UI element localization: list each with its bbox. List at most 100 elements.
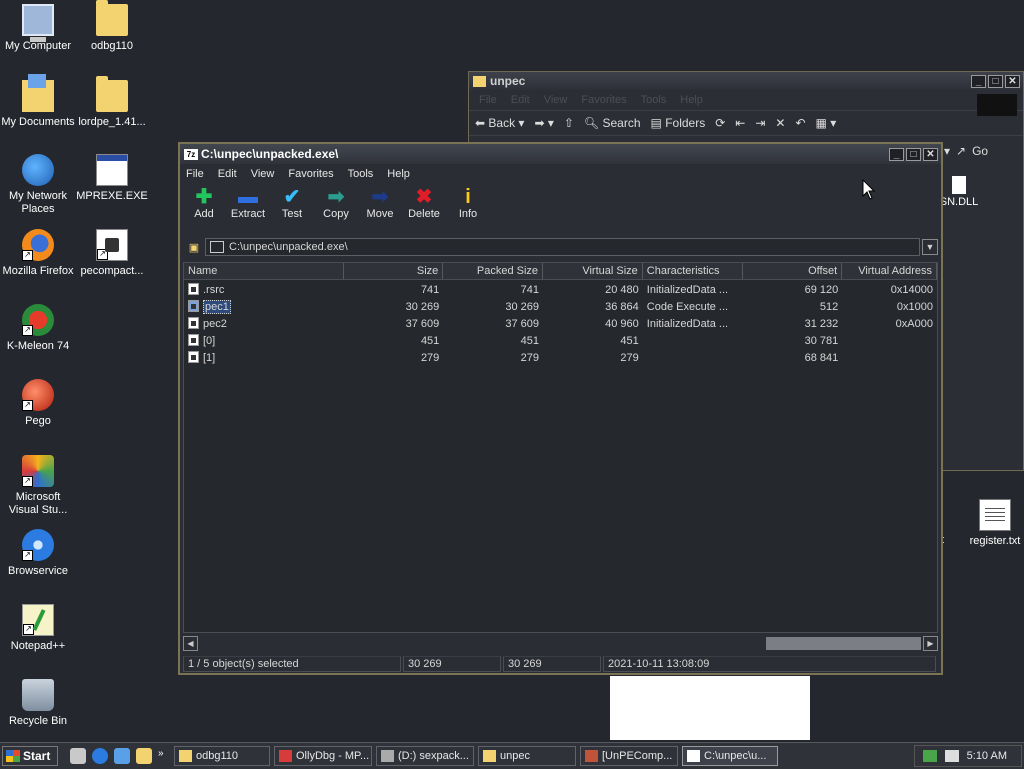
views-icon[interactable]: ▦ ▾ xyxy=(816,116,837,130)
table-row[interactable]: [0] 451 451 451 30 781 xyxy=(184,333,937,350)
extract-button[interactable]: ▬ Extract xyxy=(228,183,268,220)
clock[interactable]: 5:10 AM xyxy=(967,750,1007,762)
desktop-icon-pego[interactable]: ↗ Pego xyxy=(0,379,76,428)
table-row[interactable]: pec2 37 609 37 609 40 960 InitializedDat… xyxy=(184,316,937,333)
minimize-button[interactable]: _ xyxy=(889,147,904,161)
folder-icon xyxy=(96,76,128,112)
status-bar: 1 / 5 object(s) selected 30 269 30 269 2… xyxy=(183,656,938,672)
desktop-icon-firefox[interactable]: ↗ Mozilla Firefox xyxy=(0,229,76,278)
menu-file[interactable]: File xyxy=(186,168,204,180)
horizontal-scrollbar[interactable]: ◀ ▶ xyxy=(183,636,938,651)
desktop-icon-browservice[interactable]: ↗ Browservice xyxy=(0,529,76,578)
address-dropdown-button[interactable]: ▼ xyxy=(922,239,938,255)
folders-button[interactable]: ▤ Folders xyxy=(651,116,706,130)
table-row[interactable]: .rsrc 741 741 20 480 InitializedData ...… xyxy=(184,282,937,299)
scroll-right-button[interactable]: ▶ xyxy=(923,636,938,651)
desktop-icon-mprexe[interactable]: MPREXE.EXE xyxy=(74,154,150,203)
menu-view[interactable]: View xyxy=(544,94,568,106)
desktop-icon-visual-studio[interactable]: ↗ Microsoft Visual Stu... xyxy=(0,455,76,517)
column-header-offset[interactable]: Offset xyxy=(743,263,843,279)
copy-to-icon[interactable]: ⇥ xyxy=(755,116,765,130)
column-header-name[interactable]: Name xyxy=(184,263,344,279)
desktop-icon-network-places[interactable]: My Network Places xyxy=(0,154,76,216)
back-button[interactable]: ⬅ Back ▾ xyxy=(475,116,524,130)
menu-help[interactable]: Help xyxy=(680,94,703,106)
chevron-right-icon[interactable]: » xyxy=(158,748,166,764)
pego-icon: ↗ xyxy=(22,379,54,411)
history-icon[interactable]: ⟳ xyxy=(715,116,725,130)
desktop-icon-k-meleon[interactable]: ↗ K-Meleon 74 xyxy=(0,304,76,353)
desktop-icon-lordpe[interactable]: lordpe_1.41... xyxy=(74,76,150,129)
close-button[interactable]: ✕ xyxy=(1005,74,1020,88)
desktop-icon-odbg110[interactable]: odbg110 xyxy=(74,0,150,53)
table-row-selected[interactable]: pec1 30 269 30 269 36 864 Code Execute .… xyxy=(184,299,937,316)
explorer-titlebar[interactable]: unpec _ □ ✕ xyxy=(469,72,1023,90)
menu-help[interactable]: Help xyxy=(387,168,410,180)
taskbar-item-unpec[interactable]: unpec xyxy=(478,746,576,766)
taskbar-item-odbg110[interactable]: odbg110 xyxy=(174,746,270,766)
menu-tools[interactable]: Tools xyxy=(641,94,667,106)
volume-icon[interactable] xyxy=(944,750,959,762)
explorer-icon[interactable] xyxy=(136,748,152,764)
column-header-virtual-address[interactable]: Virtual Address xyxy=(842,263,937,279)
desktop-icon-register-txt[interactable]: register.txt xyxy=(957,499,1024,548)
scroll-left-button[interactable]: ◀ xyxy=(183,636,198,651)
desktop-icon-pecompact[interactable]: ↗ pecompact... xyxy=(74,229,150,278)
menu-favorites[interactable]: Favorites xyxy=(288,168,333,180)
column-header-size[interactable]: Size xyxy=(344,263,444,279)
show-desktop-icon[interactable] xyxy=(70,748,86,764)
menu-tools[interactable]: Tools xyxy=(348,168,374,180)
start-button[interactable]: Start xyxy=(2,746,58,766)
file-item-dll[interactable]: SN.DLL xyxy=(939,176,979,208)
menu-favorites[interactable]: Favorites xyxy=(581,94,626,106)
desktop-icon-recycle-bin[interactable]: Recycle Bin xyxy=(0,679,76,728)
row-size: 279 xyxy=(420,352,440,364)
outlook-icon[interactable] xyxy=(114,748,130,764)
undo-icon[interactable]: ↶ xyxy=(795,116,805,130)
7zip-titlebar[interactable]: 7z C:\unpec\unpacked.exe\ _ □ ✕ xyxy=(180,144,941,164)
up-folder-icon[interactable]: ▣ xyxy=(183,237,205,257)
maximize-button[interactable]: □ xyxy=(906,147,921,161)
go-arrow-icon: ↗ xyxy=(956,144,967,158)
search-button[interactable]: 🔍︎ Search xyxy=(584,116,641,130)
menu-file[interactable]: File xyxy=(479,94,497,106)
scroll-thumb[interactable] xyxy=(766,637,921,650)
add-button[interactable]: ✚ Add xyxy=(184,183,224,220)
row-vaddr xyxy=(842,350,937,367)
maximize-button[interactable]: □ xyxy=(988,74,1003,88)
table-row[interactable]: [1] 279 279 279 68 841 xyxy=(184,350,937,367)
menu-edit[interactable]: Edit xyxy=(511,94,530,106)
desktop-icon-my-computer[interactable]: My Computer xyxy=(0,4,76,53)
delete-button[interactable]: ✖ Delete xyxy=(404,183,444,220)
taskbar-item-unpecomp[interactable]: [UnPEComp... xyxy=(580,746,678,766)
menu-edit[interactable]: Edit xyxy=(218,168,237,180)
column-header-virtual-size[interactable]: Virtual Size xyxy=(543,263,643,279)
up-folder-icon[interactable]: ⇧ xyxy=(564,116,574,130)
tray-app-icon[interactable] xyxy=(922,750,937,762)
taskbar-item-7zip[interactable]: C:\unpec\u... xyxy=(682,746,778,766)
info-button[interactable]: i Info xyxy=(448,183,488,220)
column-header-characteristics[interactable]: Characteristics xyxy=(643,263,743,279)
taskbar-item-ollydbg[interactable]: OllyDbg - MP... xyxy=(274,746,372,766)
copy-button[interactable]: ➡ Copy xyxy=(316,183,356,220)
quick-launch: » xyxy=(70,748,166,764)
forward-button[interactable]: ➡ ▾ xyxy=(534,116,553,130)
column-header-packed-size[interactable]: Packed Size xyxy=(443,263,544,279)
address-field[interactable]: C:\unpec\unpacked.exe\ xyxy=(205,238,920,256)
menu-view[interactable]: View xyxy=(251,168,275,180)
desktop-icon-notepad-plus-plus[interactable]: ↗ Notepad++ xyxy=(0,604,76,653)
delete-icon[interactable]: ✕ xyxy=(775,116,785,130)
add-icon: ✚ xyxy=(195,186,213,208)
taskbar-item-sexpack[interactable]: (D:) sexpack... xyxy=(376,746,474,766)
move-to-icon[interactable]: ⇤ xyxy=(735,116,745,130)
go-button[interactable]: ▾ ↗ Go xyxy=(944,144,988,158)
test-button[interactable]: ✔ Test xyxy=(272,183,312,220)
scroll-track[interactable] xyxy=(198,637,923,650)
file-list[interactable]: Name Size Packed Size Virtual Size Chara… xyxy=(183,262,938,633)
internet-explorer-icon[interactable] xyxy=(92,748,108,764)
desktop-icon-my-documents[interactable]: My Documents xyxy=(0,74,76,129)
close-button[interactable]: ✕ xyxy=(923,147,938,161)
move-button[interactable]: ➡ Move xyxy=(360,183,400,220)
minimize-button[interactable]: _ xyxy=(971,74,986,88)
7zip-window[interactable]: 7z C:\unpec\unpacked.exe\ _ □ ✕ File Edi… xyxy=(178,142,943,675)
